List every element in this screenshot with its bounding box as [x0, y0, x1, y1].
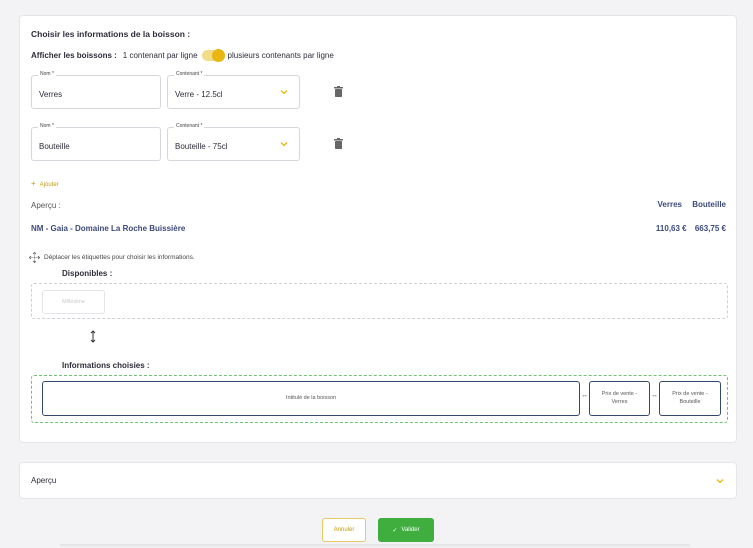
preview-prices: 110,63 € 663,75 €	[650, 224, 726, 233]
container-select-label: Contenant *	[174, 71, 205, 77]
preview-column-headers: Verres Bouteille	[650, 200, 726, 209]
validate-label: Valider	[401, 527, 420, 533]
column-header: Verres	[657, 200, 682, 209]
preview-accordion-label: Aperçu	[31, 476, 57, 485]
chosen-chip-drink-title[interactable]: Intitulé de la boisson	[42, 381, 580, 416]
chevron-down-icon	[280, 90, 288, 95]
chosen-chip-price-bottle[interactable]: Prix de vente - Bouteille	[659, 381, 721, 416]
display-mode-label: Afficher les boissons :	[31, 51, 117, 60]
container-select-label: Contenant *	[174, 123, 205, 129]
display-mode-toggle[interactable]	[201, 49, 225, 62]
chevron-down-icon	[716, 479, 724, 484]
container-select-value: Verre - 12.5cl	[175, 90, 223, 99]
preview-accordion[interactable]: Aperçu	[19, 462, 737, 499]
container-select-2[interactable]: Contenant * Bouteille - 75cl	[167, 123, 300, 161]
available-dropzone[interactable]: Millésime	[31, 283, 728, 319]
name-field-label: Nom *	[38, 71, 56, 77]
validate-button[interactable]: ✓ Valider	[378, 518, 434, 542]
display-mode-row: Afficher les boissons : 1 contenant par …	[31, 49, 334, 62]
trash-icon[interactable]	[334, 86, 343, 97]
add-container-button[interactable]: + Ajouter	[31, 179, 59, 188]
check-icon: ✓	[392, 527, 398, 534]
cancel-button[interactable]: Annuler	[322, 518, 366, 542]
drink-info-card: Choisir les informations de la boisson :…	[19, 15, 737, 443]
container-select-1[interactable]: Contenant * Verre - 12.5cl	[167, 71, 300, 109]
preview-label: Aperçu :	[31, 201, 61, 210]
section-title: Choisir les informations de la boisson :	[31, 29, 191, 39]
name-field-2[interactable]: Nom * Bouteille	[31, 123, 161, 161]
column-header: Bouteille	[692, 200, 726, 209]
vertical-arrow-icon	[90, 330, 96, 343]
plus-icon: +	[31, 179, 36, 188]
available-chip[interactable]: Millésime	[42, 290, 105, 314]
name-field-value: Bouteille	[39, 142, 70, 151]
move-icon	[29, 252, 40, 263]
move-hint-text: Déplacer les étiquettes pour choisir les…	[44, 254, 195, 261]
chosen-dropzone[interactable]: Intitulé de la boisson ↔ Prix de vente -…	[31, 375, 728, 423]
chosen-title: Informations choisies :	[62, 361, 150, 370]
name-field-1[interactable]: Nom * Verres	[31, 71, 161, 109]
name-field-value: Verres	[39, 90, 63, 99]
footer-shadow	[60, 544, 690, 548]
option-single-label: 1 contenant par ligne	[122, 51, 198, 60]
move-hint: Déplacer les étiquettes pour choisir les…	[29, 252, 195, 263]
price-value: 110,63 €	[655, 224, 687, 233]
add-label: Ajouter	[39, 182, 59, 188]
preview-drink-name: NM - Gaia - Domaine La Roche Buissière	[31, 224, 186, 233]
swap-arrow-icon: ↔	[651, 392, 658, 399]
chevron-down-icon	[280, 142, 288, 147]
price-value: 663,75 €	[694, 224, 726, 233]
container-select-value: Bouteille - 75cl	[175, 142, 228, 151]
option-multi-label: plusieurs contenants par ligne	[227, 51, 334, 60]
trash-icon[interactable]	[334, 138, 343, 149]
available-title: Disponibles :	[62, 269, 113, 278]
chosen-chip-price-glass[interactable]: Prix de vente - Verres	[589, 381, 650, 416]
swap-arrow-icon: ↔	[581, 392, 588, 399]
name-field-label: Nom *	[38, 123, 56, 129]
